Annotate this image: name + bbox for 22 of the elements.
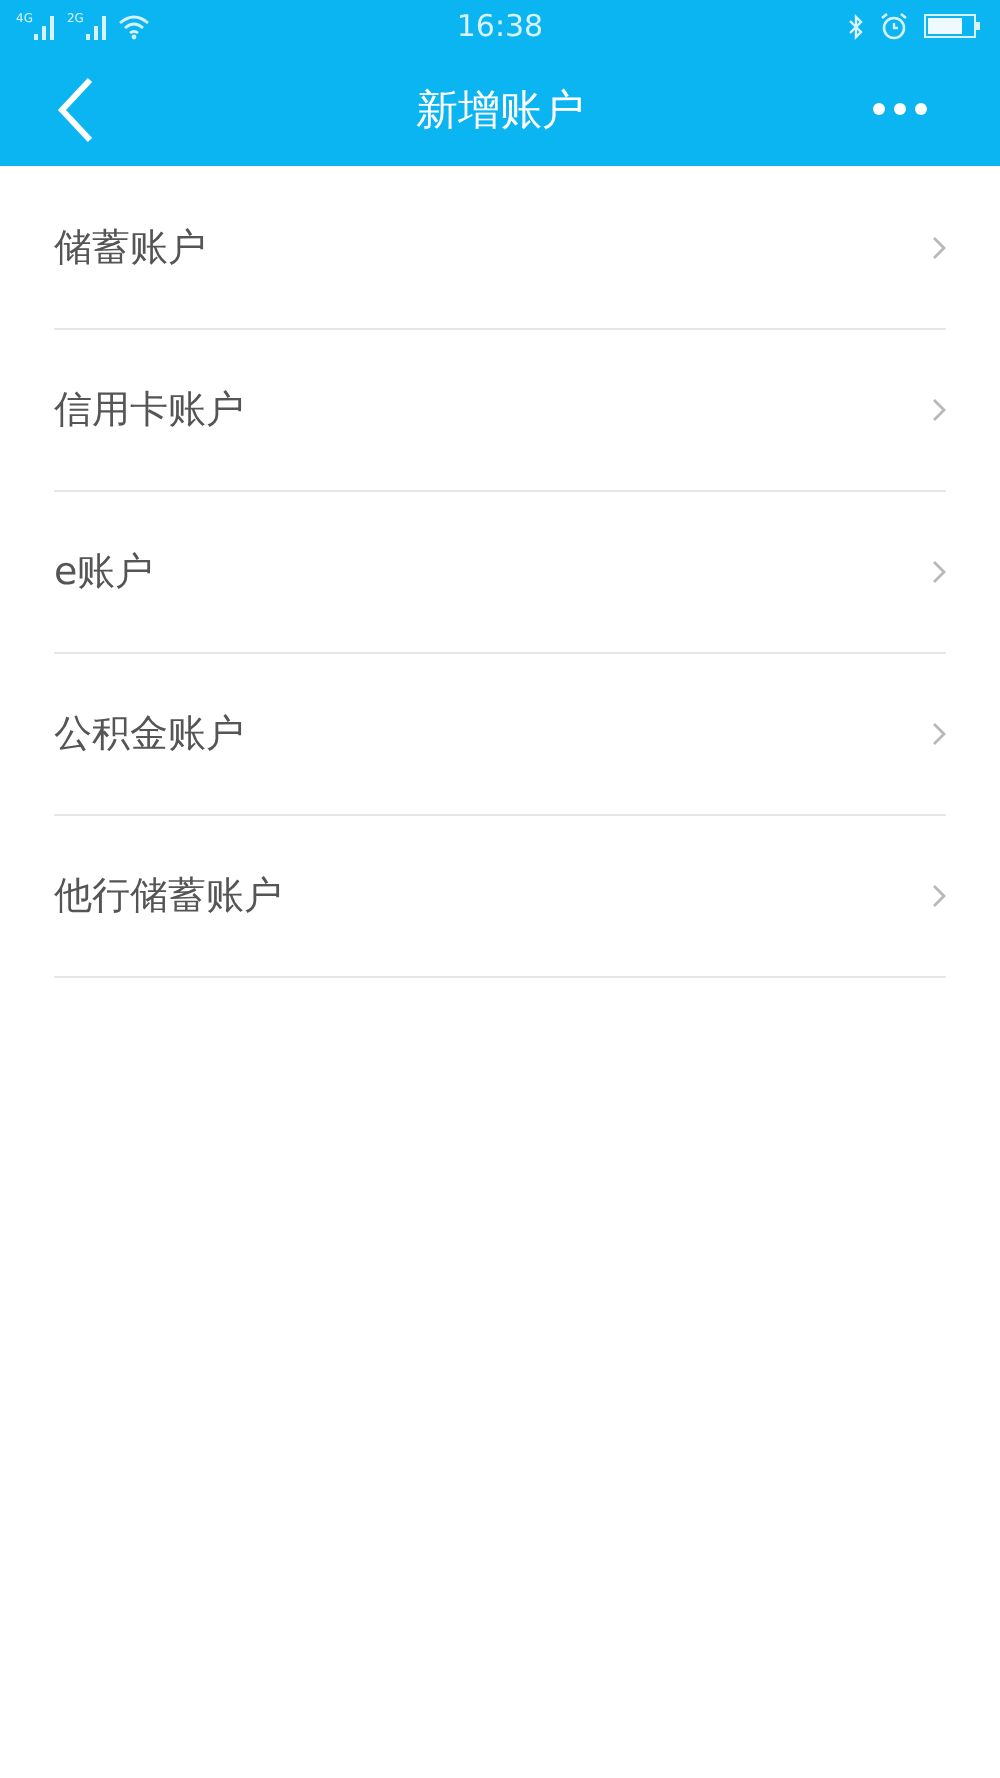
chevron-icon — [932, 560, 946, 584]
alarm-icon — [880, 12, 908, 40]
account-item[interactable]: 他行储蓄账户 — [54, 816, 946, 978]
signal-icon — [34, 16, 55, 40]
page-title: 新增账户 — [416, 85, 584, 133]
chevron-icon — [932, 884, 946, 908]
back-button[interactable] — [56, 75, 96, 143]
chevron-icon — [932, 236, 946, 260]
battery-icon — [924, 14, 980, 38]
wifi-icon — [117, 13, 150, 39]
chevron-icon — [932, 398, 946, 422]
clock-time: 16:38 — [456, 8, 544, 44]
account-item[interactable]: 储蓄账户 — [54, 168, 946, 330]
more-button[interactable] — [872, 102, 928, 116]
back-icon — [56, 75, 96, 143]
account-item[interactable]: 信用卡账户 — [54, 330, 946, 492]
chevron-icon — [932, 722, 946, 746]
signal-icon — [85, 16, 106, 40]
more-icon — [872, 102, 928, 116]
account-item[interactable]: e账户 — [54, 492, 946, 654]
account-item[interactable]: 公积金账户 — [54, 654, 946, 816]
bluetooth-icon — [848, 13, 864, 39]
